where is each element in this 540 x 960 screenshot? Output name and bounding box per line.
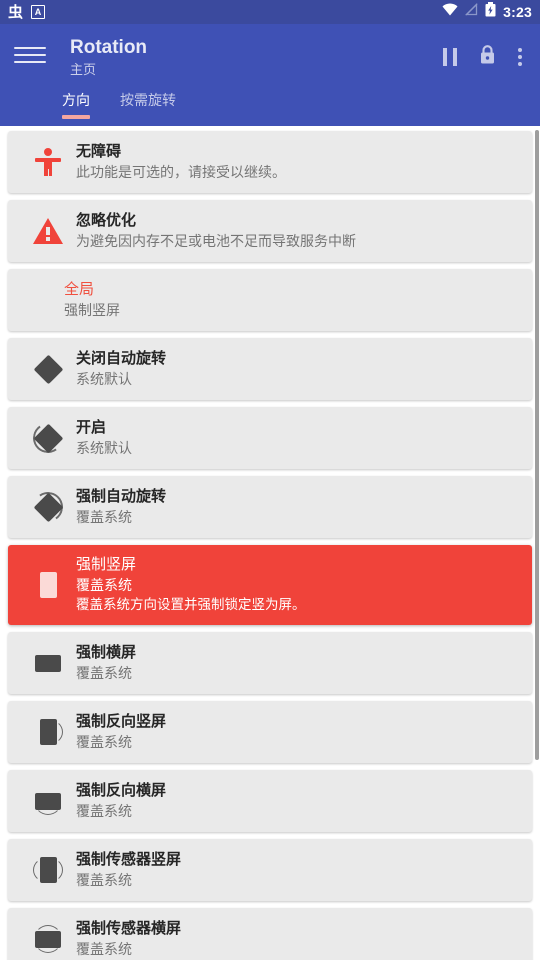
list-item-title: 全局 [64, 281, 95, 298]
rotation-off-icon [20, 353, 76, 385]
app-bar-row: Rotation 主页 [0, 24, 540, 82]
list-item-subtitle: 为避免因内存不足或电池不足而导致服务中断 [76, 233, 356, 249]
list-item[interactable]: 强制自动旋转 覆盖系统 [8, 476, 532, 538]
list-item-subtitle: 覆盖系统 [76, 941, 132, 957]
list-item[interactable]: 强制反向竖屏 覆盖系统 [8, 701, 532, 763]
list-item-text: 强制反向横屏 覆盖系统 [76, 781, 520, 821]
rotation-on-icon [20, 420, 76, 456]
list-item-text: 无障碍此功能是可选的，请接受以继续。 [76, 142, 520, 182]
list-item-title: 强制横屏 [76, 644, 137, 661]
list-item[interactable]: 忽略优化为避免因内存不足或电池不足而导致服务中断 [8, 200, 532, 262]
list-item-subtitle: 此功能是可选的，请接受以继续。 [76, 164, 286, 180]
list-item-title: 强制反向横屏 [76, 782, 167, 799]
tab-orientation[interactable]: 方向 [62, 82, 102, 119]
rotation-force-auto-icon [20, 489, 76, 525]
wifi-icon [442, 3, 458, 21]
list-item-subtitle: 覆盖系统 [76, 872, 132, 888]
list-item[interactable]: 开启 系统默认 [8, 407, 532, 469]
list-item-title: 关闭自动旋转 [76, 350, 167, 367]
pause-icon[interactable] [443, 48, 457, 66]
list-item-subtitle: 覆盖系统 [76, 577, 132, 593]
app-bar-titles: Rotation 主页 [70, 36, 147, 80]
force-sensor-portrait-icon [20, 855, 76, 885]
list-item-text: 强制横屏 覆盖系统 [76, 643, 520, 683]
list-item[interactable]: 强制传感器竖屏 覆盖系统 [8, 839, 532, 901]
list-item-title: 强制传感器竖屏 [76, 851, 182, 868]
page-title: Rotation [70, 37, 148, 58]
list-item-subtitle: 覆盖系统 [76, 665, 132, 681]
app-root: 虫 A 3:23 Rotation 主页 方向 按需旋转 无障碍 此功能是可选的… [0, 0, 540, 960]
page-subtitle: 主页 [70, 62, 97, 77]
list-item-subtitle: 系统默认 [76, 371, 132, 387]
overflow-menu-icon[interactable] [518, 48, 522, 66]
list-item-subtitle: 系统默认 [76, 440, 132, 456]
list-item-description: 覆盖系统方向设置并强制锁定竖为屏。 [76, 597, 306, 612]
force-portrait-icon [20, 570, 76, 600]
warning-triangle-icon [20, 217, 76, 245]
list-item-title: 强制传感器横屏 [76, 920, 182, 937]
list-item[interactable]: 强制横屏 覆盖系统 [8, 632, 532, 694]
tab-bar: 方向 按需旋转 [0, 82, 540, 126]
status-bar: 虫 A 3:23 [0, 0, 540, 24]
list-item-text: 关闭自动旋转 系统默认 [76, 349, 520, 389]
list-item-text: 强制反向竖屏 覆盖系统 [76, 712, 520, 752]
list-item-title: 开启 [76, 419, 107, 436]
list-item[interactable]: 强制竖屏覆盖系统覆盖系统方向设置并强制锁定竖为屏。 [8, 545, 532, 625]
hamburger-menu-icon[interactable] [14, 36, 46, 68]
list-item[interactable]: 关闭自动旋转 系统默认 [8, 338, 532, 400]
tab-per-app-rotation[interactable]: 按需旋转 [120, 82, 188, 110]
app-notification-icon: 虫 [8, 3, 24, 21]
force-reverse-portrait-icon [20, 717, 76, 747]
list-item-text: 忽略优化为避免因内存不足或电池不足而导致服务中断 [76, 211, 520, 251]
signal-off-icon [465, 2, 478, 21]
list-item-title: 强制竖屏 [76, 556, 137, 573]
tab-active-indicator [62, 115, 90, 119]
list-item-subtitle: 强制竖屏 [64, 302, 120, 318]
tab-per-app-rotation-label: 按需旋转 [120, 92, 176, 108]
list-scrollbar[interactable] [535, 130, 539, 760]
list-item-text: 强制竖屏覆盖系统覆盖系统方向设置并强制锁定竖为屏。 [76, 555, 520, 615]
status-bar-clock: 3:23 [503, 4, 532, 20]
tab-orientation-label: 方向 [62, 92, 90, 108]
list-item-title: 无障碍 [76, 143, 122, 160]
battery-charging-icon [485, 2, 496, 22]
list-item-subtitle: 覆盖系统 [76, 803, 132, 819]
list-item-text: 全局 强制竖屏 [64, 280, 520, 320]
list-item-subtitle: 覆盖系统 [76, 509, 132, 525]
app-bar-actions [443, 36, 530, 70]
list-item-subtitle: 覆盖系统 [76, 734, 132, 750]
list-item-title: 忽略优化 [76, 212, 137, 229]
list-item-text: 强制自动旋转 覆盖系统 [76, 487, 520, 527]
force-sensor-landscape-icon [20, 924, 76, 954]
status-bar-left-icons: 虫 A [8, 3, 46, 21]
list-item-text: 强制传感器竖屏 覆盖系统 [76, 850, 520, 890]
status-bar-right-icons: 3:23 [442, 2, 532, 22]
list-item-title: 强制反向竖屏 [76, 713, 167, 730]
list-item-text: 开启 系统默认 [76, 418, 520, 458]
app-bar: Rotation 主页 方向 按需旋转 [0, 24, 540, 126]
keyboard-language-icon: A [31, 5, 46, 19]
list-item[interactable]: 无障碍此功能是可选的，请接受以继续。 [8, 131, 532, 193]
list-item[interactable]: 全局 强制竖屏 [8, 269, 532, 331]
accessibility-icon [20, 148, 76, 176]
force-landscape-icon [20, 648, 76, 678]
list-item-title: 强制自动旋转 [76, 488, 167, 505]
list-item[interactable]: 强制反向横屏 覆盖系统 [8, 770, 532, 832]
list-item[interactable]: 强制传感器横屏 覆盖系统 [8, 908, 532, 960]
list-item-text: 强制传感器横屏 覆盖系统 [76, 919, 520, 959]
force-reverse-landscape-icon [20, 786, 76, 816]
lock-icon[interactable] [479, 44, 496, 70]
settings-list[interactable]: 无障碍此功能是可选的，请接受以继续。 忽略优化为避免因内存不足或电池不足而导致服务… [0, 127, 540, 960]
